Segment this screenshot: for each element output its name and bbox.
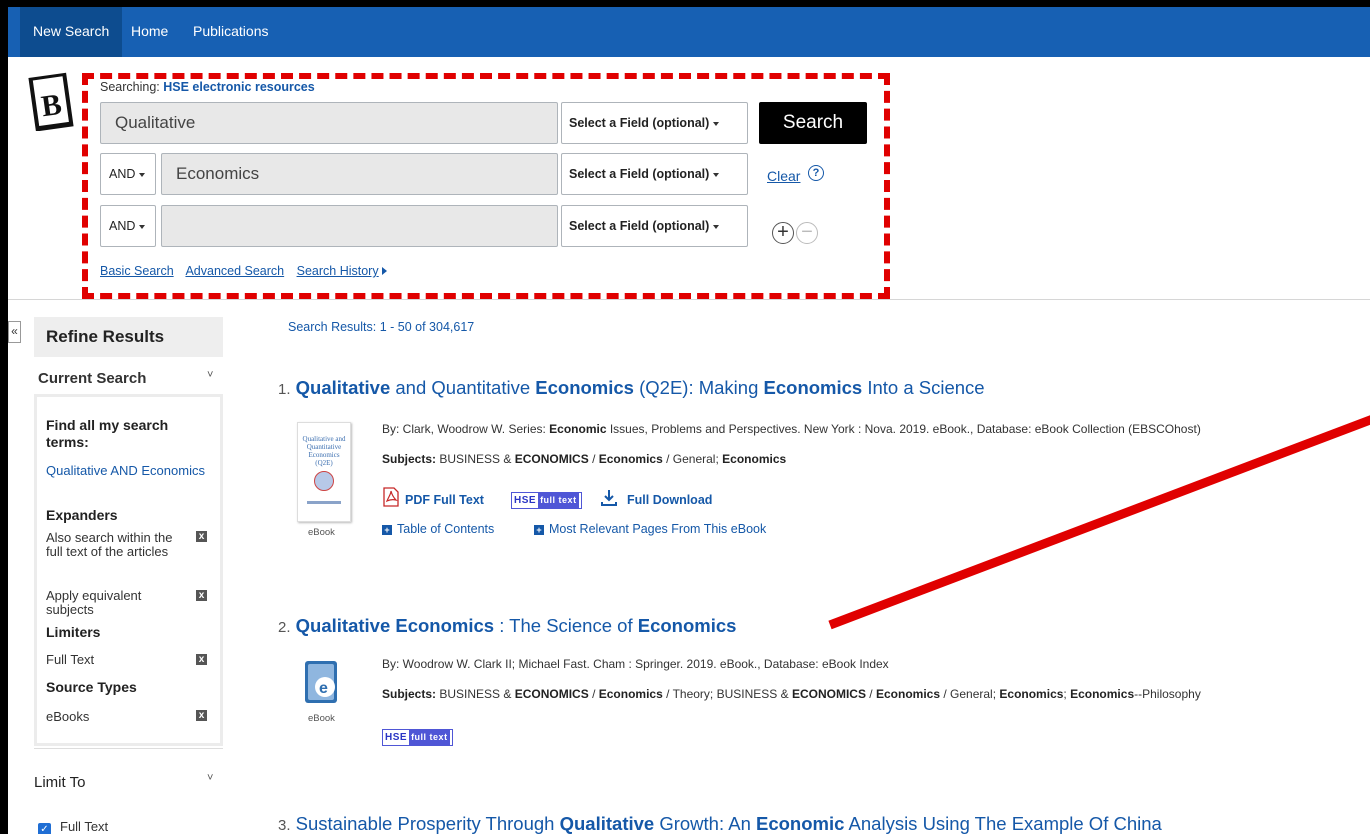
result-title[interactable]: 2. Qualitative Economics : The Science o…	[278, 615, 736, 637]
remove-icon[interactable]: x	[196, 531, 207, 542]
chevron-down-icon[interactable]: ˅	[207, 772, 213, 784]
searching-label: Searching: HSE electronic resources	[100, 80, 315, 94]
find-all-label: Find all my search terms:	[46, 417, 169, 450]
search-input-3[interactable]	[161, 205, 558, 247]
expander-item: Apply equivalent subjects	[46, 588, 142, 617]
nav-home[interactable]: Home	[118, 7, 181, 57]
field-select-1[interactable]: Select a Field (optional)	[561, 102, 748, 144]
ebook-label: eBook	[308, 527, 335, 538]
svg-text:e: e	[319, 680, 328, 697]
most-relevant-pages-link[interactable]: + Most Relevant Pages From This eBook	[534, 522, 766, 536]
result-byline: By: Clark, Woodrow W. Series: Economic I…	[382, 422, 1201, 436]
search-input-1[interactable]: Qualitative	[100, 102, 558, 144]
basic-search-link[interactable]: Basic Search	[100, 264, 174, 278]
result-byline: By: Woodrow W. Clark II; Michael Fast. C…	[382, 657, 889, 671]
search-button[interactable]: Search	[759, 102, 867, 144]
current-search-header[interactable]: Current Search	[38, 370, 146, 387]
triangle-right-icon	[381, 267, 387, 275]
results-summary: Search Results: 1 - 50 of 304,617	[288, 320, 475, 334]
plus-icon: +	[382, 524, 392, 535]
bool-select-2[interactable]: AND	[100, 153, 156, 195]
nav-new-search[interactable]: New Search	[20, 7, 123, 57]
remove-icon[interactable]: x	[196, 590, 207, 601]
expander-item: Also search within the full text of the …	[46, 530, 173, 559]
query-link[interactable]: Qualitative AND Economics	[46, 462, 216, 479]
limit-to-header[interactable]: Limit To	[34, 774, 85, 791]
cover-stripe	[307, 501, 341, 504]
remove-icon[interactable]: x	[196, 654, 207, 665]
result-title[interactable]: 1. Qualitative and Quantitative Economic…	[278, 377, 985, 399]
field-select-3[interactable]: Select a Field (optional)	[561, 205, 748, 247]
collapse-sidebar-button[interactable]: «	[8, 321, 21, 343]
search-links: Basic Search Advanced Search Search Hist…	[100, 264, 388, 278]
full-download-link[interactable]: Full Download	[627, 493, 712, 507]
ebook-label: eBook	[308, 713, 335, 724]
nav-publications[interactable]: Publications	[180, 7, 282, 57]
limiter-item: Full Text	[46, 652, 95, 667]
search-history-link[interactable]: Search History	[297, 264, 379, 278]
top-nav: New Search Home Publications	[8, 7, 1370, 57]
source-item: eBooks	[46, 709, 90, 724]
hse-logo[interactable]: B	[28, 69, 76, 131]
sidebar-divider	[34, 748, 223, 749]
hse-full-text-badge[interactable]: HSE full text	[382, 729, 453, 746]
divider	[8, 299, 1370, 300]
full-text-checkbox-label: Full Text	[60, 819, 109, 834]
result-title[interactable]: 3. Sustainable Prosperity Through Qualit…	[278, 813, 1162, 834]
refine-results-header: Refine Results	[34, 317, 223, 357]
chevron-down-icon[interactable]: ˅	[207, 369, 213, 381]
clear-link[interactable]: Clear	[767, 168, 800, 184]
pdf-icon[interactable]	[382, 487, 400, 507]
result-subjects: Subjects: BUSINESS & ECONOMICS / Economi…	[382, 687, 1201, 701]
ebook-icon[interactable]: e	[301, 657, 341, 707]
help-icon[interactable]: ?	[808, 165, 824, 181]
search-input-2[interactable]: Economics	[161, 153, 558, 195]
field-select-2[interactable]: Select a Field (optional)	[561, 153, 748, 195]
page-frame: New Search Home Publications B Searching…	[8, 7, 1370, 834]
limiters-label: Limiters	[46, 624, 101, 640]
result-subjects: Subjects: BUSINESS & ECONOMICS / Economi…	[382, 452, 787, 466]
source-types-label: Source Types	[46, 679, 137, 695]
full-text-checkbox[interactable]: ✓	[38, 823, 51, 834]
download-icon[interactable]	[600, 489, 618, 507]
plus-icon: +	[534, 524, 544, 535]
database-link[interactable]: HSE electronic resources	[163, 80, 314, 94]
bool-select-3[interactable]: AND	[100, 205, 156, 247]
cover-emblem	[314, 471, 334, 491]
cover-title: Qualitative and Quantitative Economics (…	[302, 435, 346, 467]
add-row-icon[interactable]: +	[772, 222, 794, 244]
table-of-contents-link[interactable]: + Table of Contents	[382, 522, 494, 536]
remove-icon[interactable]: x	[196, 710, 207, 721]
pdf-full-text-link[interactable]: PDF Full Text	[405, 493, 484, 507]
advanced-search-link[interactable]: Advanced Search	[185, 264, 284, 278]
book-cover-thumbnail[interactable]: Qualitative and Quantitative Economics (…	[297, 422, 351, 522]
expanders-label: Expanders	[46, 507, 118, 523]
remove-row-icon[interactable]: −	[796, 222, 818, 244]
hse-full-text-badge[interactable]: HSE full text	[511, 492, 582, 509]
